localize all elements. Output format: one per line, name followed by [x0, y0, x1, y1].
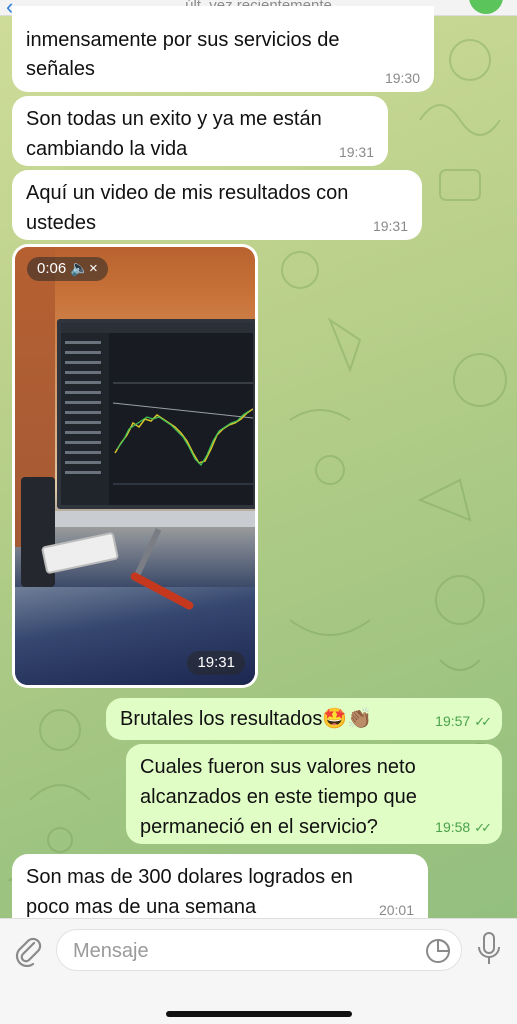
message-text: inmensamente por sus servicios de señale… [26, 29, 340, 80]
trading-chart-icon [61, 323, 254, 505]
message-time: 19:31 [372, 218, 408, 234]
message-input-box[interactable] [56, 929, 462, 971]
message-bubble-incoming[interactable]: Aquí un video de mis resultados con uste… [12, 170, 422, 240]
message-bubble-outgoing[interactable]: Cuales fueron sus valores neto alcanzado… [126, 744, 502, 844]
message-text: Aquí un video de mis resultados con uste… [26, 182, 349, 234]
video-scene-stand [55, 511, 255, 527]
message-text: Brutales los resultados🤩👏🏽 [120, 708, 373, 730]
message-time: 19:31 [338, 144, 374, 160]
attach-icon[interactable] [14, 933, 42, 967]
message-bubble-incoming[interactable]: inmensamente por sus servicios de señale… [12, 6, 434, 92]
video-message[interactable]: 0:06 🔈× 19:31 [12, 244, 258, 688]
read-checks-icon: ✓✓ [474, 820, 492, 835]
message-text: Son todas un exito y ya me están cambian… [26, 108, 322, 160]
message-time: 19:31 [187, 651, 245, 675]
message-time: 20:01 [378, 902, 414, 918]
video-scene-leg [134, 528, 162, 576]
composer-bar [0, 918, 517, 1024]
message-bubble-incoming[interactable]: Son mas de 300 dolares logrados en poco … [12, 854, 428, 920]
message-text: Son mas de 300 dolares logrados en poco … [26, 866, 353, 918]
home-indicator [166, 1011, 352, 1017]
message-bubble-outgoing[interactable]: Brutales los resultados🤩👏🏽 19:57 ✓✓ [106, 698, 502, 740]
message-time: 19:58 ✓✓ [435, 819, 492, 836]
message-time-value: 19:57 [435, 713, 471, 729]
message-time: 19:30 [384, 70, 420, 86]
sticker-icon[interactable] [425, 938, 451, 964]
message-time: 19:57 ✓✓ [435, 713, 492, 730]
video-thumbnail[interactable]: 0:06 🔈× 19:31 [15, 247, 255, 685]
video-scene-monitor [57, 319, 255, 509]
video-duration-badge[interactable]: 0:06 🔈× [27, 257, 108, 281]
message-bubble-incoming[interactable]: Son todas un exito y ya me están cambian… [12, 96, 388, 166]
message-input[interactable] [73, 938, 403, 964]
message-time-value: 19:58 [435, 819, 471, 835]
microphone-icon[interactable] [476, 931, 502, 967]
read-checks-icon: ✓✓ [474, 714, 492, 729]
